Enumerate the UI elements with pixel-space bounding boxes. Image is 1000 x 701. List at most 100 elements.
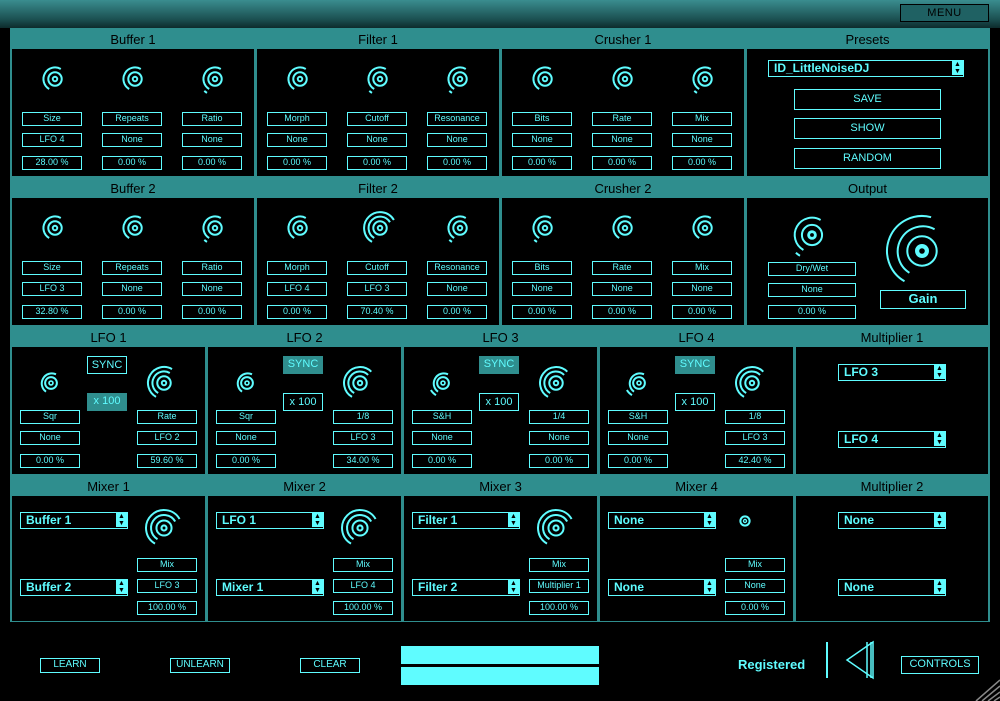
- ratio-mod-source[interactable]: None: [182, 133, 242, 147]
- repeats-mod-source[interactable]: None: [102, 133, 162, 147]
- unlearn-button[interactable]: UNLEARN: [170, 658, 230, 673]
- resonance-value[interactable]: 0.00 %: [427, 156, 487, 170]
- cutoff-knob[interactable]: [361, 60, 399, 98]
- bits-mod-source[interactable]: None: [512, 282, 572, 296]
- size-value[interactable]: 32.80 %: [22, 305, 82, 319]
- bits-knob[interactable]: [526, 60, 564, 98]
- ratio-value[interactable]: 0.00 %: [182, 156, 242, 170]
- shape-knob[interactable]: [426, 366, 460, 400]
- mix-value[interactable]: 100.00 %: [137, 601, 197, 615]
- morph-knob[interactable]: [281, 209, 319, 247]
- repeats-value[interactable]: 0.00 %: [102, 305, 162, 319]
- mix-value[interactable]: 100.00 %: [529, 601, 589, 615]
- rate-mod-source[interactable]: LFO 3: [333, 431, 393, 445]
- resonance-value[interactable]: 0.00 %: [427, 305, 487, 319]
- shape-knob[interactable]: [230, 366, 264, 400]
- controls-button[interactable]: CONTROLS: [901, 656, 979, 674]
- mix-mod-source[interactable]: Multiplier 1: [529, 579, 589, 593]
- rate-mod-source[interactable]: None: [529, 431, 589, 445]
- resonance-mod-source[interactable]: None: [427, 282, 487, 296]
- shape-knob[interactable]: [622, 366, 656, 400]
- bits-value[interactable]: 0.00 %: [512, 156, 572, 170]
- morph-knob[interactable]: [281, 60, 319, 98]
- resize-grip-icon[interactable]: [968, 676, 1000, 701]
- morph-mod-source[interactable]: LFO 4: [267, 282, 327, 296]
- mix-knob[interactable]: [535, 507, 577, 549]
- repeats-value[interactable]: 0.00 %: [102, 156, 162, 170]
- mix-knob[interactable]: [686, 209, 724, 247]
- dry-wet-value[interactable]: 0.00 %: [768, 305, 856, 319]
- rate-mod-source[interactable]: LFO 2: [137, 431, 197, 445]
- morph-mod-source[interactable]: None: [267, 133, 327, 147]
- multiplier-toggle[interactable]: x 100: [479, 393, 519, 411]
- save-button[interactable]: SAVE: [794, 89, 941, 110]
- bits-mod-source[interactable]: None: [512, 133, 572, 147]
- resonance-knob[interactable]: [441, 209, 479, 247]
- rate-knob[interactable]: [341, 364, 379, 402]
- morph-value[interactable]: 0.00 %: [267, 156, 327, 170]
- ratio-knob[interactable]: [196, 209, 234, 247]
- learn-button[interactable]: LEARN: [40, 658, 100, 673]
- mixer-source-a[interactable]: None ▲ ▼: [608, 512, 716, 529]
- shape-mod-source[interactable]: None: [20, 431, 80, 445]
- rate-knob[interactable]: [537, 364, 575, 402]
- mix-value[interactable]: 0.00 %: [725, 601, 785, 615]
- multiplier-1-source-a[interactable]: LFO 3 ▲ ▼: [838, 364, 946, 381]
- resonance-mod-source[interactable]: None: [427, 133, 487, 147]
- morph-value[interactable]: 0.00 %: [267, 305, 327, 319]
- mixer-source-a[interactable]: LFO 1 ▲ ▼: [216, 512, 324, 529]
- bits-value[interactable]: 0.00 %: [512, 305, 572, 319]
- rate-value[interactable]: 42.40 %: [725, 454, 785, 468]
- sync-toggle[interactable]: SYNC: [283, 356, 323, 374]
- cutoff-value[interactable]: 70.40 %: [347, 305, 407, 319]
- size-knob[interactable]: [36, 60, 74, 98]
- mix-value[interactable]: 0.00 %: [672, 156, 732, 170]
- dry-wet-knob[interactable]: [785, 208, 839, 262]
- mixer-source-a[interactable]: Buffer 1 ▲ ▼: [20, 512, 128, 529]
- multiplier-toggle[interactable]: x 100: [283, 393, 323, 411]
- size-mod-source[interactable]: LFO 4: [22, 133, 82, 147]
- rate-value[interactable]: 59.60 %: [137, 454, 197, 468]
- clear-button[interactable]: CLEAR: [300, 658, 360, 673]
- gain-knob[interactable]: [884, 213, 960, 289]
- rate-value[interactable]: 0.00 %: [529, 454, 589, 468]
- mix-mod-source[interactable]: None: [672, 133, 732, 147]
- show-button[interactable]: SHOW: [794, 118, 941, 139]
- mix-mod-source[interactable]: LFO 3: [137, 579, 197, 593]
- mix-knob[interactable]: [143, 507, 185, 549]
- menu-button[interactable]: MENU: [900, 4, 989, 22]
- rate-knob[interactable]: [145, 364, 183, 402]
- rate-knob[interactable]: [733, 364, 771, 402]
- shape-value[interactable]: 0.00 %: [216, 454, 276, 468]
- rate-knob[interactable]: [606, 60, 644, 98]
- ratio-mod-source[interactable]: None: [182, 282, 242, 296]
- mixer-source-b[interactable]: None ▲ ▼: [608, 579, 716, 596]
- collapse-arrow-icon[interactable]: [843, 640, 877, 685]
- rate-mod-source[interactable]: None: [592, 282, 652, 296]
- multiplier-2-source-b[interactable]: None ▲ ▼: [838, 579, 946, 596]
- mixer-source-a[interactable]: Filter 1 ▲ ▼: [412, 512, 520, 529]
- shape-mod-source[interactable]: None: [412, 431, 472, 445]
- multiplier-toggle[interactable]: x 100: [87, 393, 127, 411]
- shape-value[interactable]: 0.00 %: [20, 454, 80, 468]
- cutoff-mod-source[interactable]: None: [347, 133, 407, 147]
- resonance-knob[interactable]: [441, 60, 479, 98]
- mix-mod-source[interactable]: None: [725, 579, 785, 593]
- repeats-knob[interactable]: [116, 209, 154, 247]
- size-value[interactable]: 28.00 %: [22, 156, 82, 170]
- shape-value[interactable]: 0.00 %: [412, 454, 472, 468]
- repeats-mod-source[interactable]: None: [102, 282, 162, 296]
- sync-toggle[interactable]: SYNC: [479, 356, 519, 374]
- cutoff-knob[interactable]: [361, 209, 399, 247]
- size-mod-source[interactable]: LFO 3: [22, 282, 82, 296]
- preset-select[interactable]: ID_LittleNoiseDJ ▲ ▼: [768, 60, 964, 77]
- mix-value[interactable]: 100.00 %: [333, 601, 393, 615]
- rate-value[interactable]: 0.00 %: [592, 156, 652, 170]
- mixer-source-b[interactable]: Filter 2 ▲ ▼: [412, 579, 520, 596]
- rate-mod-source[interactable]: LFO 3: [725, 431, 785, 445]
- dry-wet-mod-source[interactable]: None: [768, 283, 856, 297]
- ratio-value[interactable]: 0.00 %: [182, 305, 242, 319]
- rate-mod-source[interactable]: None: [592, 133, 652, 147]
- rate-value[interactable]: 34.00 %: [333, 454, 393, 468]
- ratio-knob[interactable]: [196, 60, 234, 98]
